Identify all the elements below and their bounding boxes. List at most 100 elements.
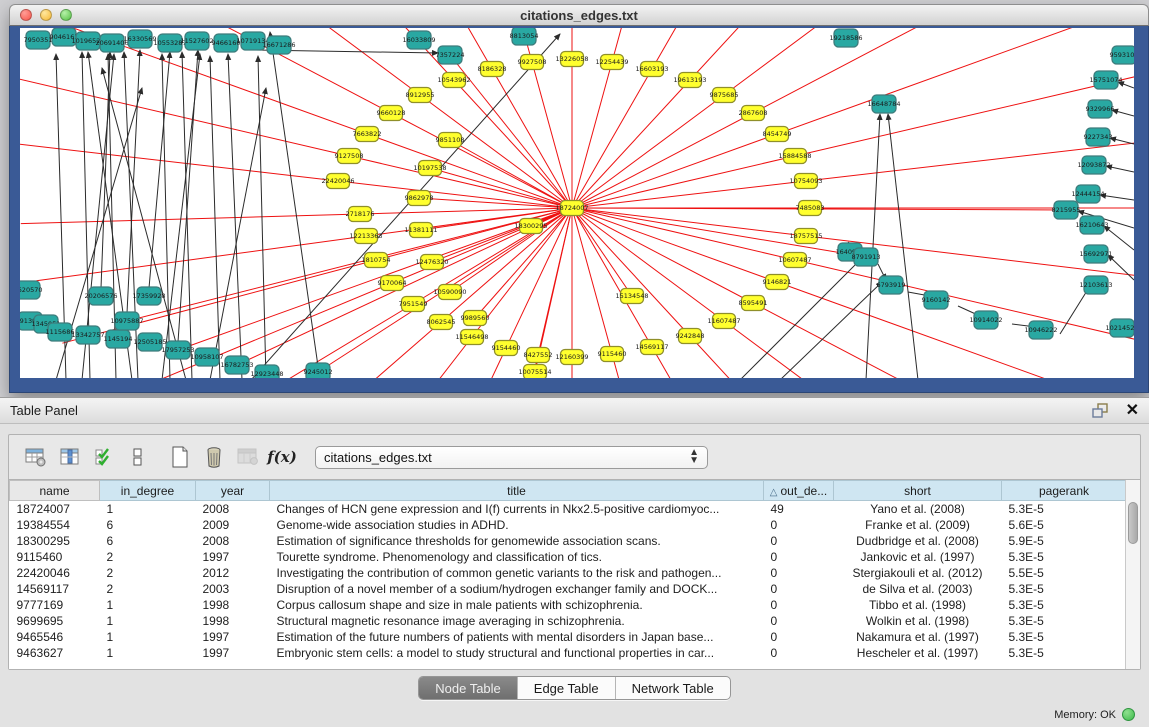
table-cell[interactable]: de Silva et al. (2003) [834,581,1002,597]
table-cell[interactable]: 2 [100,581,196,597]
table-cell[interactable]: 2008 [196,501,270,517]
table-cell[interactable]: 14569117 [10,581,100,597]
graph-node[interactable]: 12923448 [250,365,283,378]
graph-node[interactable]: 2867608 [739,106,768,121]
graph-node[interactable]: 9862978 [405,191,434,206]
graph-node[interactable]: 7951549 [399,297,428,312]
graph-node[interactable]: 9242848 [676,329,705,344]
table-cell[interactable]: 49 [764,501,834,517]
table-cell[interactable]: 0 [764,597,834,613]
column-header-name[interactable]: name [10,481,100,501]
table-cell[interactable]: Estimation of significance thresholds fo… [270,533,764,549]
graph-node[interactable]: 7357224 [436,46,465,64]
column-header-year[interactable]: year [196,481,270,501]
table-cell[interactable]: 1 [100,501,196,517]
graph-node[interactable]: 19613193 [673,73,706,88]
table-cell[interactable]: 5.3E-5 [1002,501,1127,517]
graph-node[interactable]: 9160142 [922,291,951,309]
graph-node[interactable]: 17359928 [132,287,165,305]
tab-edge-table[interactable]: Edge Table [518,677,616,699]
graph-node[interactable]: 9227343 [1084,128,1113,146]
graph-node[interactable]: 9115460 [598,347,627,362]
graph-node[interactable]: 12444154 [1071,185,1104,203]
table-cell[interactable]: 9699695 [10,613,100,629]
table-cell[interactable]: 5.3E-5 [1002,629,1127,645]
graph-node[interactable]: 12254439 [595,55,628,70]
graph-node[interactable]: 2620570 [20,281,42,299]
graph-node[interactable]: 12103613 [1079,276,1112,294]
function-builder-icon[interactable]: f(x) [267,443,297,471]
table-cell[interactable]: Tourette syndrome. Phenomenology and cla… [270,549,764,565]
graph-node[interactable]: 13342757 [71,326,104,344]
table-cell[interactable]: 22420046 [10,565,100,581]
graph-node[interactable]: 7950351 [24,31,53,49]
table-cell[interactable]: 2003 [196,581,270,597]
graph-node[interactable]: 19218586 [829,29,862,47]
table-cell[interactable]: 6 [100,517,196,533]
table-cell[interactable]: 0 [764,517,834,533]
graph-node[interactable]: 12093872 [1077,156,1110,174]
table-cell[interactable]: Disruption of a novel member of a sodium… [270,581,764,597]
graph-node[interactable]: 8791913 [852,248,881,266]
table-cell[interactable]: 0 [764,533,834,549]
graph-node[interactable]: 13226058 [555,52,588,67]
graph-node[interactable]: 11546498 [455,330,488,345]
table-cell[interactable]: Embryonic stem cells: a model to study s… [270,645,764,661]
graph-node[interactable]: 20206576 [84,287,117,305]
table-options-icon[interactable] [21,443,51,471]
table-cell[interactable]: Hescheler et al. (1997) [834,645,1002,661]
graph-node[interactable]: 11381111 [404,223,437,238]
graph-node[interactable]: 16033809 [402,31,435,49]
graph-node[interactable]: 12476320 [415,255,448,270]
table-cell[interactable]: 9465546 [10,629,100,645]
scrollbar-thumb[interactable] [1128,502,1138,544]
graph-node[interactable]: 8813054 [510,28,539,45]
graph-node[interactable]: 8186328 [478,62,507,77]
table-cell[interactable]: 5.9E-5 [1002,533,1127,549]
graph-node[interactable]: 14569117 [635,340,668,355]
table-row[interactable]: 1456911722003Disruption of a novel membe… [10,581,1127,597]
graph-node[interactable]: 18724007 [555,201,588,216]
table-scrollbar[interactable] [1125,480,1140,669]
table-row[interactable]: 977716911998Corpus callosum shape and si… [10,597,1127,613]
graph-node[interactable]: 8912955 [406,88,435,103]
table-cell[interactable]: 1997 [196,645,270,661]
graph-node[interactable]: 9170064 [378,276,407,291]
table-cell[interactable]: 0 [764,565,834,581]
table-cell[interactable]: 5.3E-5 [1002,645,1127,661]
close-panel-icon[interactable]: ✕ [1126,403,1139,419]
graph-node[interactable]: 9875685 [710,88,739,103]
graph-node[interactable]: 9329966 [1086,100,1115,118]
table-row[interactable]: 946554611997Estimation of the future num… [10,629,1127,645]
graph-node[interactable]: 10197538 [413,161,446,176]
graph-node[interactable]: 12160399 [555,350,588,365]
table-cell[interactable]: 2 [100,549,196,565]
table-cell[interactable]: Stergiakouli et al. (2012) [834,565,1002,581]
table-cell[interactable]: 2009 [196,517,270,533]
graph-node[interactable]: 15884588 [778,149,811,164]
graph-node[interactable]: 22420046 [321,174,354,189]
column-header-outde[interactable]: △out_de... [764,481,834,501]
graph-node[interactable]: 8062545 [427,315,456,330]
table-cell[interactable]: 0 [764,629,834,645]
graph-node[interactable]: 7485083 [796,201,825,216]
graph-node[interactable]: 10214522 [1105,319,1134,337]
column-header-title[interactable]: title [270,481,764,501]
table-cell[interactable]: 0 [764,613,834,629]
table-cell[interactable]: 1 [100,597,196,613]
graph-node[interactable]: 10754093 [789,174,822,189]
table-cell[interactable]: 1998 [196,613,270,629]
graph-node[interactable]: 12213363 [349,229,382,244]
graph-node[interactable]: 9660128 [377,106,406,121]
graph-node[interactable]: 15692971 [1079,245,1112,263]
table-cell[interactable]: Wolkin et al. (1998) [834,613,1002,629]
graph-node[interactable]: 10958107 [190,348,223,366]
graph-node[interactable]: 16330569 [123,30,156,48]
show-column-icon[interactable] [55,443,85,471]
graph-node[interactable]: 16648784 [867,95,900,113]
graph-node[interactable]: 1115686 [46,323,75,341]
graph-node[interactable]: 16603193 [635,62,668,77]
table-cell[interactable]: 19384554 [10,517,100,533]
column-header-indegree[interactable]: in_degree [100,481,196,501]
graph-node[interactable]: 8595491 [739,296,768,311]
